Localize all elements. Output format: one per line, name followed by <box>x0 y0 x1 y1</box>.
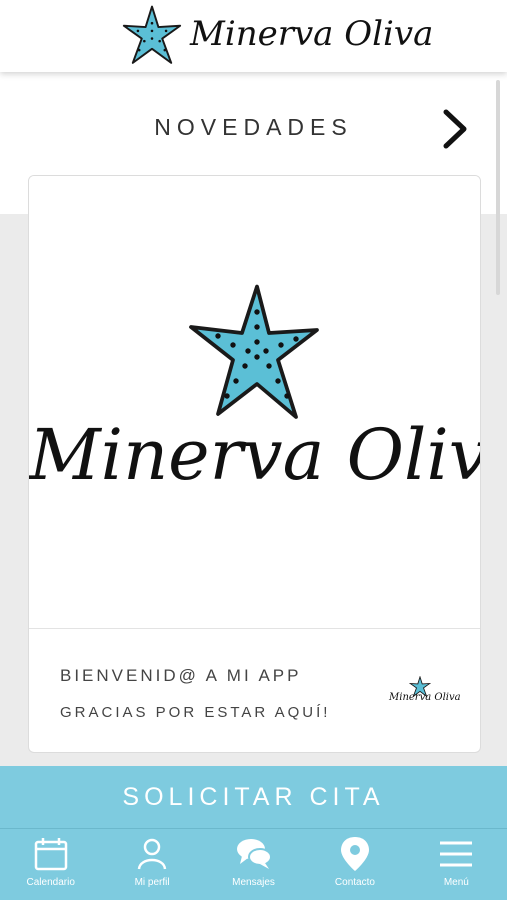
nav-item-contacto[interactable]: Contacto <box>304 829 405 900</box>
news-card-subtitle: GRACIAS POR ESTAR AQUÍ! <box>60 704 331 721</box>
chevron-right-icon[interactable] <box>438 108 472 150</box>
nav-item-mensajes[interactable]: Mensajes <box>203 829 304 900</box>
news-card-image: Minerva Oliva <box>29 176 481 628</box>
chat-bubbles-icon <box>236 839 272 869</box>
app-header: Minerva Oliva <box>0 0 507 72</box>
starfish-logo-icon <box>122 5 182 64</box>
calendar-icon <box>34 838 67 871</box>
card-divider <box>29 628 480 629</box>
bottom-navigation: Calendario Mi perfil Mensajes Contacto M… <box>0 828 507 900</box>
nav-item-mi-perfil[interactable]: Mi perfil <box>101 829 202 900</box>
mini-logo: Minerva Oliva <box>389 676 461 710</box>
nav-label: Calendario <box>26 877 75 888</box>
user-icon <box>137 838 167 870</box>
request-appointment-button[interactable]: SOLICITAR CITA <box>0 766 507 828</box>
brand-name: Minerva Oliva <box>190 14 434 54</box>
nav-item-calendario[interactable]: Calendario <box>0 829 101 900</box>
news-card-brand: Minerva Oliva <box>29 414 481 496</box>
nav-label: Mi perfil <box>134 877 170 888</box>
nav-label: Menú <box>443 877 469 888</box>
nav-item-menu[interactable]: Menú <box>406 829 507 900</box>
scrollbar[interactable] <box>496 80 500 295</box>
news-title: NOVEDADES <box>154 114 353 140</box>
starfish-icon <box>189 284 319 419</box>
location-pin-icon <box>340 837 369 871</box>
nav-label: Contacto <box>334 877 375 888</box>
news-card[interactable]: Minerva Oliva BIENVENID@ A MI APP GRACIA… <box>28 175 481 753</box>
hamburger-menu-icon <box>440 841 473 867</box>
mini-logo-text: Minerva Oliva <box>389 692 461 703</box>
nav-label: Mensajes <box>232 877 275 888</box>
news-card-title: BIENVENID@ A MI APP <box>60 666 302 685</box>
